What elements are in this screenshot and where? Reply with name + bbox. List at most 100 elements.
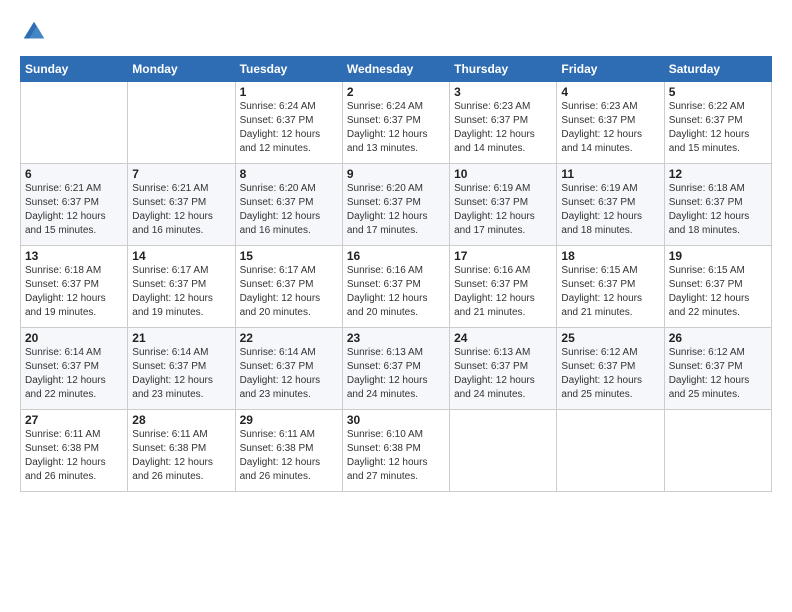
day-number: 4	[561, 85, 659, 99]
day-cell-11: 11Sunrise: 6:19 AMSunset: 6:37 PMDayligh…	[557, 164, 664, 246]
day-number: 16	[347, 249, 445, 263]
header-monday: Monday	[128, 57, 235, 82]
day-info: Sunrise: 6:23 AMSunset: 6:37 PMDaylight:…	[561, 100, 659, 156]
day-number: 7	[132, 167, 230, 181]
day-info: Sunrise: 6:21 AMSunset: 6:37 PMDaylight:…	[25, 182, 123, 238]
header-tuesday: Tuesday	[235, 57, 342, 82]
day-info: Sunrise: 6:11 AMSunset: 6:38 PMDaylight:…	[25, 428, 123, 484]
header	[20, 18, 772, 46]
day-info: Sunrise: 6:11 AMSunset: 6:38 PMDaylight:…	[132, 428, 230, 484]
day-cell-19: 19Sunrise: 6:15 AMSunset: 6:37 PMDayligh…	[664, 246, 771, 328]
day-info: Sunrise: 6:13 AMSunset: 6:37 PMDaylight:…	[454, 346, 552, 402]
header-wednesday: Wednesday	[342, 57, 449, 82]
day-info: Sunrise: 6:12 AMSunset: 6:37 PMDaylight:…	[669, 346, 767, 402]
day-cell-1: 1Sunrise: 6:24 AMSunset: 6:37 PMDaylight…	[235, 82, 342, 164]
day-info: Sunrise: 6:19 AMSunset: 6:37 PMDaylight:…	[561, 182, 659, 238]
day-cell-2: 2Sunrise: 6:24 AMSunset: 6:37 PMDaylight…	[342, 82, 449, 164]
empty-cell	[664, 410, 771, 492]
day-info: Sunrise: 6:11 AMSunset: 6:38 PMDaylight:…	[240, 428, 338, 484]
day-cell-15: 15Sunrise: 6:17 AMSunset: 6:37 PMDayligh…	[235, 246, 342, 328]
day-number: 21	[132, 331, 230, 345]
empty-cell	[557, 410, 664, 492]
day-info: Sunrise: 6:20 AMSunset: 6:37 PMDaylight:…	[347, 182, 445, 238]
header-thursday: Thursday	[450, 57, 557, 82]
day-info: Sunrise: 6:14 AMSunset: 6:37 PMDaylight:…	[240, 346, 338, 402]
day-number: 13	[25, 249, 123, 263]
day-cell-7: 7Sunrise: 6:21 AMSunset: 6:37 PMDaylight…	[128, 164, 235, 246]
day-cell-9: 9Sunrise: 6:20 AMSunset: 6:37 PMDaylight…	[342, 164, 449, 246]
day-number: 2	[347, 85, 445, 99]
day-number: 11	[561, 167, 659, 181]
day-info: Sunrise: 6:17 AMSunset: 6:37 PMDaylight:…	[240, 264, 338, 320]
day-number: 10	[454, 167, 552, 181]
day-info: Sunrise: 6:17 AMSunset: 6:37 PMDaylight:…	[132, 264, 230, 320]
day-info: Sunrise: 6:22 AMSunset: 6:37 PMDaylight:…	[669, 100, 767, 156]
day-info: Sunrise: 6:14 AMSunset: 6:37 PMDaylight:…	[25, 346, 123, 402]
day-number: 3	[454, 85, 552, 99]
day-cell-8: 8Sunrise: 6:20 AMSunset: 6:37 PMDaylight…	[235, 164, 342, 246]
day-info: Sunrise: 6:16 AMSunset: 6:37 PMDaylight:…	[454, 264, 552, 320]
day-cell-18: 18Sunrise: 6:15 AMSunset: 6:37 PMDayligh…	[557, 246, 664, 328]
week-row-3: 20Sunrise: 6:14 AMSunset: 6:37 PMDayligh…	[21, 328, 772, 410]
day-number: 15	[240, 249, 338, 263]
day-number: 5	[669, 85, 767, 99]
day-info: Sunrise: 6:13 AMSunset: 6:37 PMDaylight:…	[347, 346, 445, 402]
day-info: Sunrise: 6:18 AMSunset: 6:37 PMDaylight:…	[25, 264, 123, 320]
day-number: 8	[240, 167, 338, 181]
day-number: 23	[347, 331, 445, 345]
day-cell-23: 23Sunrise: 6:13 AMSunset: 6:37 PMDayligh…	[342, 328, 449, 410]
day-number: 30	[347, 413, 445, 427]
header-saturday: Saturday	[664, 57, 771, 82]
day-number: 20	[25, 331, 123, 345]
empty-cell	[450, 410, 557, 492]
day-cell-30: 30Sunrise: 6:10 AMSunset: 6:38 PMDayligh…	[342, 410, 449, 492]
day-info: Sunrise: 6:12 AMSunset: 6:37 PMDaylight:…	[561, 346, 659, 402]
day-number: 18	[561, 249, 659, 263]
logo-icon	[20, 18, 48, 46]
empty-cell	[21, 82, 128, 164]
week-row-2: 13Sunrise: 6:18 AMSunset: 6:37 PMDayligh…	[21, 246, 772, 328]
day-cell-25: 25Sunrise: 6:12 AMSunset: 6:37 PMDayligh…	[557, 328, 664, 410]
day-number: 9	[347, 167, 445, 181]
day-number: 14	[132, 249, 230, 263]
day-cell-16: 16Sunrise: 6:16 AMSunset: 6:37 PMDayligh…	[342, 246, 449, 328]
day-info: Sunrise: 6:16 AMSunset: 6:37 PMDaylight:…	[347, 264, 445, 320]
page: SundayMondayTuesdayWednesdayThursdayFrid…	[0, 0, 792, 612]
day-info: Sunrise: 6:20 AMSunset: 6:37 PMDaylight:…	[240, 182, 338, 238]
day-cell-22: 22Sunrise: 6:14 AMSunset: 6:37 PMDayligh…	[235, 328, 342, 410]
day-cell-21: 21Sunrise: 6:14 AMSunset: 6:37 PMDayligh…	[128, 328, 235, 410]
day-number: 27	[25, 413, 123, 427]
calendar-table: SundayMondayTuesdayWednesdayThursdayFrid…	[20, 56, 772, 492]
day-cell-20: 20Sunrise: 6:14 AMSunset: 6:37 PMDayligh…	[21, 328, 128, 410]
empty-cell	[128, 82, 235, 164]
header-friday: Friday	[557, 57, 664, 82]
day-cell-26: 26Sunrise: 6:12 AMSunset: 6:37 PMDayligh…	[664, 328, 771, 410]
day-cell-6: 6Sunrise: 6:21 AMSunset: 6:37 PMDaylight…	[21, 164, 128, 246]
day-number: 6	[25, 167, 123, 181]
day-info: Sunrise: 6:24 AMSunset: 6:37 PMDaylight:…	[240, 100, 338, 156]
header-sunday: Sunday	[21, 57, 128, 82]
week-row-0: 1Sunrise: 6:24 AMSunset: 6:37 PMDaylight…	[21, 82, 772, 164]
day-info: Sunrise: 6:19 AMSunset: 6:37 PMDaylight:…	[454, 182, 552, 238]
day-cell-24: 24Sunrise: 6:13 AMSunset: 6:37 PMDayligh…	[450, 328, 557, 410]
logo	[20, 18, 52, 46]
day-cell-29: 29Sunrise: 6:11 AMSunset: 6:38 PMDayligh…	[235, 410, 342, 492]
day-number: 19	[669, 249, 767, 263]
day-number: 29	[240, 413, 338, 427]
day-info: Sunrise: 6:10 AMSunset: 6:38 PMDaylight:…	[347, 428, 445, 484]
day-number: 24	[454, 331, 552, 345]
day-number: 25	[561, 331, 659, 345]
day-cell-5: 5Sunrise: 6:22 AMSunset: 6:37 PMDaylight…	[664, 82, 771, 164]
day-cell-3: 3Sunrise: 6:23 AMSunset: 6:37 PMDaylight…	[450, 82, 557, 164]
day-info: Sunrise: 6:14 AMSunset: 6:37 PMDaylight:…	[132, 346, 230, 402]
day-cell-13: 13Sunrise: 6:18 AMSunset: 6:37 PMDayligh…	[21, 246, 128, 328]
day-number: 1	[240, 85, 338, 99]
day-cell-27: 27Sunrise: 6:11 AMSunset: 6:38 PMDayligh…	[21, 410, 128, 492]
day-info: Sunrise: 6:15 AMSunset: 6:37 PMDaylight:…	[669, 264, 767, 320]
day-number: 28	[132, 413, 230, 427]
day-cell-28: 28Sunrise: 6:11 AMSunset: 6:38 PMDayligh…	[128, 410, 235, 492]
day-info: Sunrise: 6:15 AMSunset: 6:37 PMDaylight:…	[561, 264, 659, 320]
day-cell-12: 12Sunrise: 6:18 AMSunset: 6:37 PMDayligh…	[664, 164, 771, 246]
day-number: 17	[454, 249, 552, 263]
week-row-4: 27Sunrise: 6:11 AMSunset: 6:38 PMDayligh…	[21, 410, 772, 492]
